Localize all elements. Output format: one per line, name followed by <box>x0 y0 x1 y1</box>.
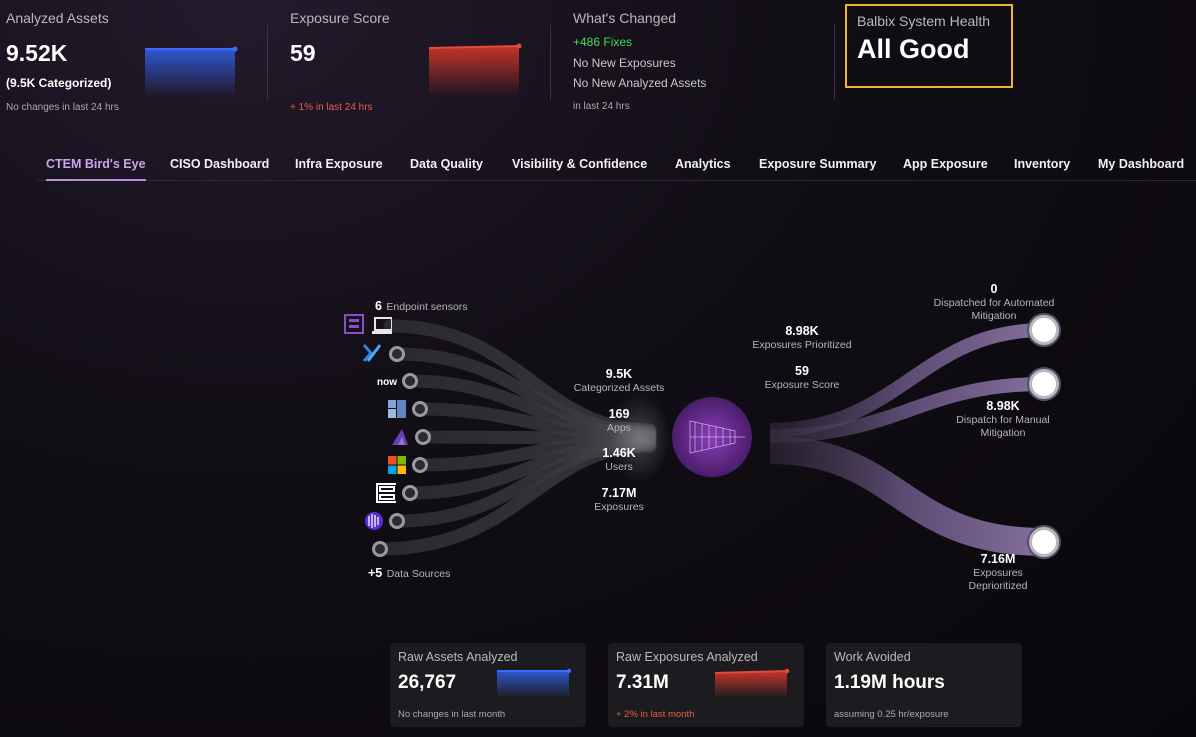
source-ring[interactable] <box>389 346 405 362</box>
laptop-icon[interactable] <box>372 316 392 336</box>
stat-dispatched-automated[interactable]: 0 Dispatched for Automated Mitigation <box>924 282 1064 323</box>
stat-num: 9.5K <box>605 367 633 381</box>
stat-deprioritized[interactable]: 7.16M Exposures Deprioritized <box>958 552 1038 593</box>
cube-logo-icon[interactable] <box>387 399 407 419</box>
sensors-label: Endpoint sensors <box>386 301 468 313</box>
stat-categorized-assets[interactable]: 9.5K Categorized Assets <box>569 367 669 395</box>
sensor-box-icon[interactable] <box>344 314 364 334</box>
card-value: 26,767 <box>398 672 457 693</box>
stat-label: Exposures Prioritized <box>752 339 852 351</box>
stat-num: 8.98K <box>986 399 1020 413</box>
stat-num: 59 <box>795 364 809 378</box>
stat-num: 0 <box>990 282 998 296</box>
source-ring[interactable] <box>402 485 418 501</box>
sensors-count: 6 <box>375 299 382 313</box>
stat-label: Exposure Score <box>764 379 840 391</box>
stat-num: 1.46K <box>602 446 636 460</box>
card-foot: assuming 0.25 hr/exposure <box>834 709 949 720</box>
stat-label: Dispatched for Automated <box>933 297 1055 309</box>
source-ring[interactable] <box>415 429 431 445</box>
source-ring[interactable] <box>402 373 418 389</box>
stat-label: Mitigation <box>980 427 1026 439</box>
stat-label: Exposures <box>594 501 644 513</box>
raw-assets-sparkline <box>497 668 572 698</box>
stat-exposures-prioritized[interactable]: 8.98K Exposures Prioritized <box>742 324 862 352</box>
card-work-avoided[interactable]: Work Avoided 1.19M hours assuming 0.25 h… <box>826 643 1022 727</box>
card-raw-exposures[interactable]: Raw Exposures Analyzed 7.31M + 2% in las… <box>608 643 804 727</box>
endpoint-sensors-label: 6 Endpoint sensors <box>375 297 468 315</box>
more-sources-label: Data Sources <box>386 568 451 580</box>
card-title: Raw Assets Analyzed <box>398 650 518 664</box>
stat-label: Exposures <box>973 567 1023 579</box>
stat-num: 7.17M <box>601 486 637 500</box>
source-ring[interactable] <box>389 513 405 529</box>
card-title: Raw Exposures Analyzed <box>616 650 758 664</box>
stat-label: Users <box>605 461 633 473</box>
microsoft-logo-icon[interactable] <box>387 455 407 475</box>
servicenow-logo-icon[interactable]: now <box>375 372 399 392</box>
stat-label: Apps <box>607 422 631 434</box>
source-ring[interactable] <box>412 401 428 417</box>
source-ring[interactable] <box>412 457 428 473</box>
more-sources-count: +5 <box>368 566 383 580</box>
servicenow-logo-text: now <box>377 376 397 388</box>
card-foot: + 2% in last month <box>616 709 695 720</box>
triangle-logo-icon[interactable] <box>390 427 410 447</box>
more-data-sources-label: +5 Data Sources <box>368 564 450 582</box>
stat-num: 169 <box>608 407 630 421</box>
stat-users[interactable]: 1.46K Users <box>569 446 669 474</box>
stat-label: Dispatch for Manual <box>956 414 1050 426</box>
stat-label: Mitigation <box>971 310 1017 322</box>
output-node-manual[interactable] <box>1029 369 1059 399</box>
card-raw-assets[interactable]: Raw Assets Analyzed 26,767 No changes in… <box>390 643 586 727</box>
card-value: 1.19M hours <box>834 672 945 693</box>
stat-label: Deprioritized <box>968 580 1028 592</box>
stat-exposures[interactable]: 7.17M Exposures <box>569 486 669 514</box>
waveform-logo-icon[interactable] <box>364 511 384 531</box>
stat-exposure-score[interactable]: 59 Exposure Score <box>742 364 862 392</box>
raw-exposures-sparkline <box>714 668 790 698</box>
stat-num: 7.16M <box>980 552 1016 566</box>
x-logo-icon[interactable] <box>362 343 382 363</box>
stream-deprioritized <box>769 436 1045 556</box>
stat-num: 8.98K <box>785 324 819 338</box>
stat-label: Categorized Assets <box>573 382 665 394</box>
card-title: Work Avoided <box>834 650 911 664</box>
stat-apps[interactable]: 169 Apps <box>569 407 669 435</box>
card-foot: No changes in last month <box>398 709 506 720</box>
source-ring[interactable] <box>372 541 388 557</box>
stat-dispatch-manual[interactable]: 8.98K Dispatch for Manual Mitigation <box>933 399 1073 440</box>
server-logo-icon[interactable] <box>376 483 396 503</box>
card-value: 7.31M <box>616 672 669 693</box>
